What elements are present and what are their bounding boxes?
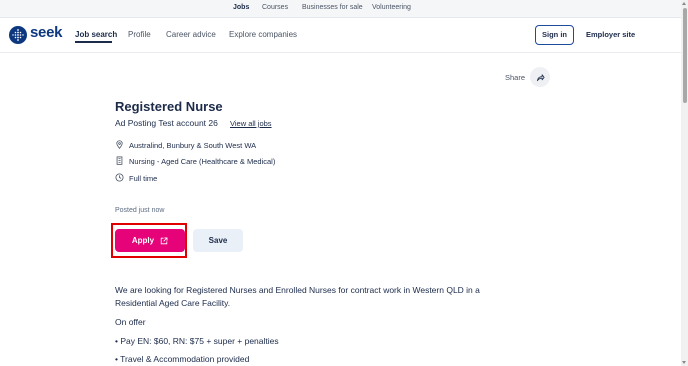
top-link-jobs[interactable]: Jobs (233, 4, 249, 11)
share-icon (536, 73, 545, 81)
nav-profile[interactable]: Profile (128, 30, 151, 39)
offer-bullet-travel: • Travel & Accommodation provided (115, 354, 250, 364)
employer-site-link[interactable]: Employer site (586, 30, 635, 39)
sign-in-button[interactable]: Sign in (535, 25, 574, 45)
apply-button[interactable]: Apply (115, 229, 185, 252)
nav-job-search[interactable]: Job search (75, 30, 117, 39)
job-title: Registered Nurse (115, 99, 223, 114)
top-links-bar: Jobs Courses Businesses for sale Volunte… (0, 0, 681, 18)
job-location-text: Australind, Bunbury & South West WA (129, 141, 257, 150)
posted-time: Posted just now (115, 207, 165, 214)
share-button[interactable] (530, 67, 550, 87)
apply-button-label: Apply (131, 236, 155, 245)
job-work-type-text: Full time (129, 174, 158, 183)
active-nav-indicator (75, 41, 112, 43)
share-label[interactable]: Share (505, 73, 525, 82)
top-link-businesses-for-sale[interactable]: Businesses for sale (302, 4, 363, 11)
top-link-volunteering[interactable]: Volunteering (372, 4, 411, 11)
page-scrollbar[interactable] (681, 0, 688, 366)
top-link-courses[interactable]: Courses (262, 4, 288, 11)
location-pin-icon (116, 140, 123, 149)
advertiser-name: Ad Posting Test account 26 (115, 118, 218, 128)
view-all-jobs-link[interactable]: View all jobs (230, 119, 272, 128)
building-icon (116, 156, 123, 165)
offer-bullet-pay: • Pay EN: $60, RN: $75 + super + penalti… (115, 336, 279, 346)
description-intro: We are looking for Registered Nurses and… (115, 285, 480, 308)
job-category-text: Nursing - Aged Care (Healthcare & Medica… (129, 157, 276, 166)
seek-logo-text[interactable]: seek (30, 24, 62, 41)
save-button[interactable]: Save (193, 229, 243, 252)
nav-career-advice[interactable]: Career advice (166, 30, 216, 39)
external-link-icon (160, 237, 168, 244)
site-header: seek Job search Profile Career advice Ex… (0, 18, 681, 53)
seek-logo-icon[interactable] (9, 26, 27, 44)
clock-icon (115, 173, 124, 182)
scroll-up-arrow-icon[interactable] (682, 2, 686, 5)
scroll-down-arrow-icon[interactable] (682, 361, 686, 364)
on-offer-heading: On offer (115, 317, 146, 327)
nav-explore-companies[interactable]: Explore companies (229, 30, 297, 39)
scrollbar-thumb[interactable] (682, 8, 687, 103)
